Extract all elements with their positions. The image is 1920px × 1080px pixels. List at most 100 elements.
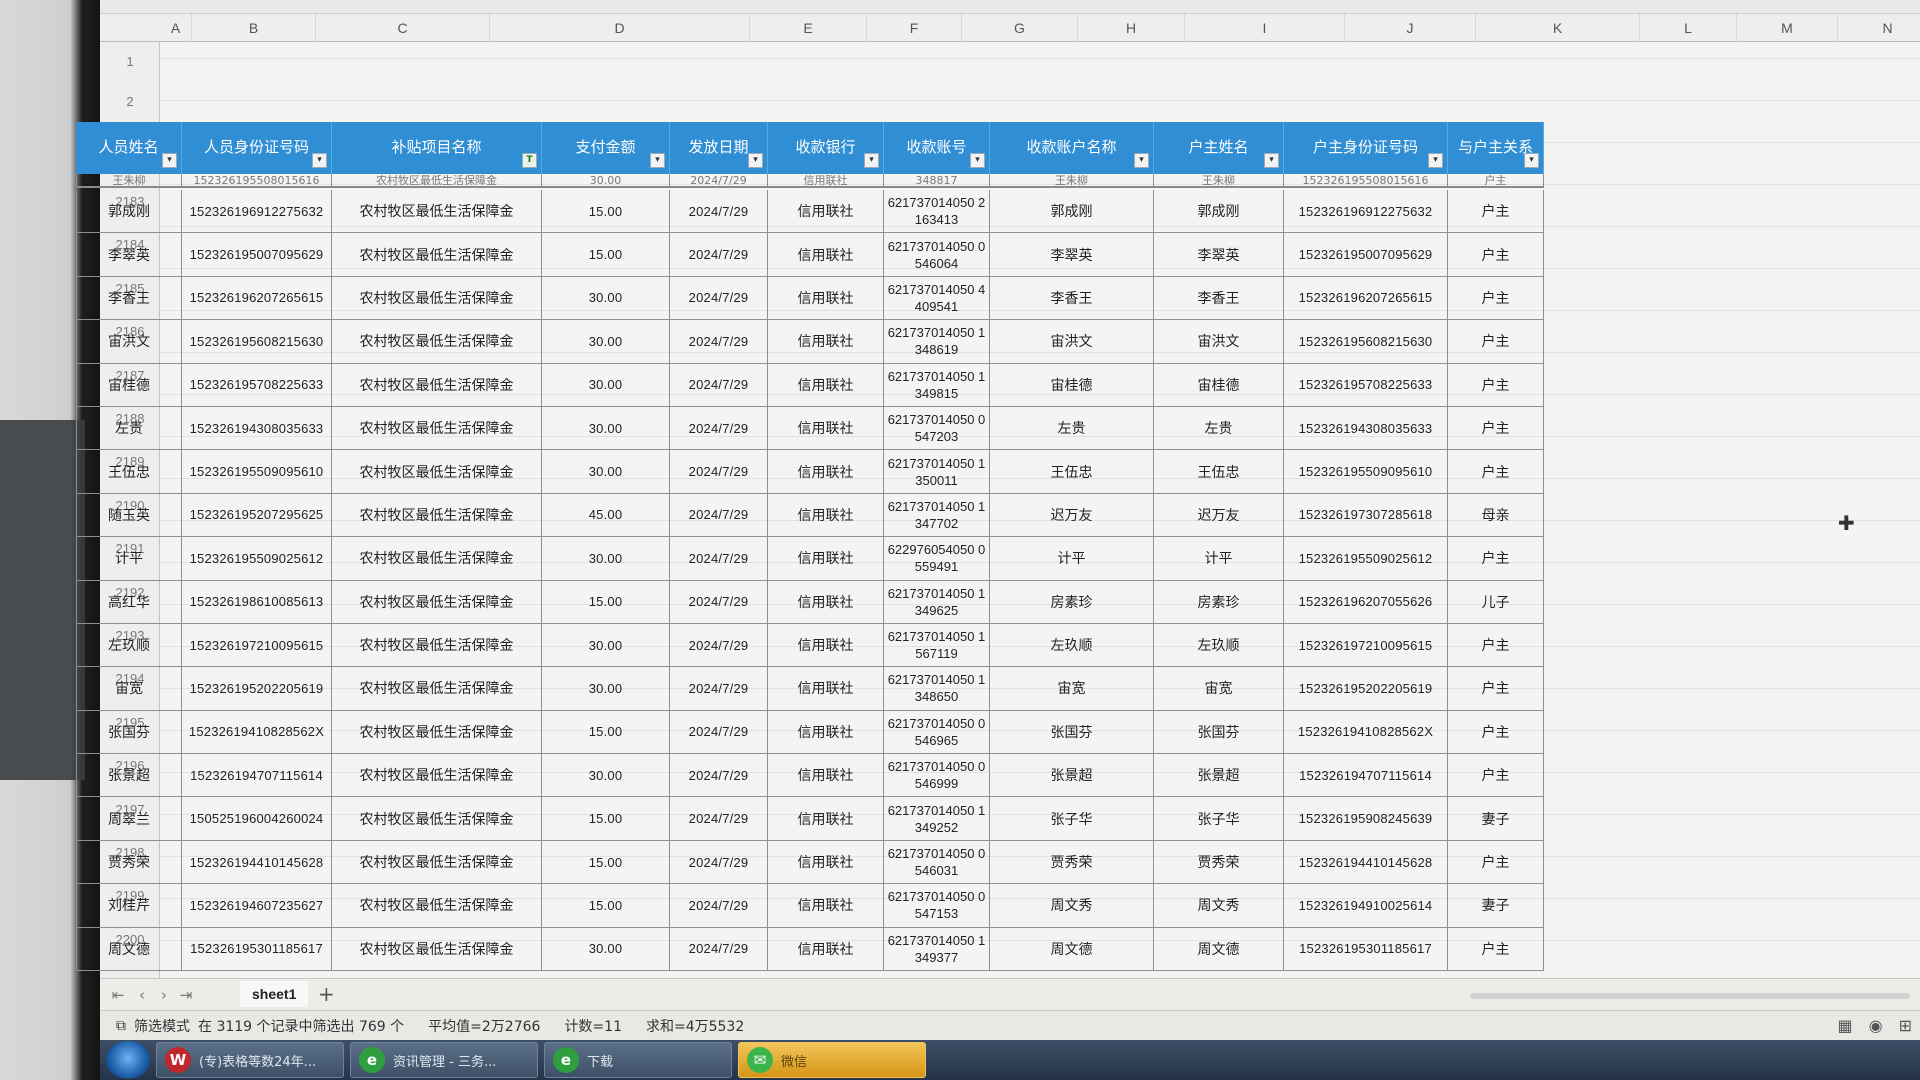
cell-bank[interactable]: 信用联社 bbox=[768, 450, 884, 494]
cell-id[interactable]: 152326195509095610 bbox=[182, 450, 332, 494]
cell-amount[interactable]: 30.00 bbox=[542, 450, 670, 494]
cell-name[interactable]: 左玖顺 bbox=[76, 623, 182, 668]
cell-bank[interactable]: 信用联社 bbox=[768, 580, 884, 624]
cell-rel[interactable]: 户主 bbox=[1448, 363, 1544, 407]
cell-rel[interactable]: 妻子 bbox=[1448, 884, 1544, 928]
cell-item[interactable]: 农村牧区最低生活保障金 bbox=[332, 537, 542, 581]
cell-name[interactable]: 随玉英 bbox=[76, 493, 182, 538]
cell-rel[interactable]: 户主 bbox=[1448, 320, 1544, 364]
cell-rel[interactable]: 户主 bbox=[1448, 754, 1544, 798]
cell-name[interactable]: 宙宽 bbox=[76, 667, 182, 711]
column-header-d[interactable]: D bbox=[490, 14, 750, 42]
cell-bank[interactable]: 信用联社 bbox=[768, 190, 884, 234]
cell-name[interactable]: 左贵 bbox=[76, 406, 182, 451]
start-button[interactable] bbox=[106, 1041, 150, 1079]
cell-id[interactable]: 152326194410145628 bbox=[182, 840, 332, 885]
cell-date[interactable]: 2024/7/29 bbox=[670, 493, 768, 538]
cell-acct-name[interactable]: 左贵 bbox=[990, 406, 1154, 451]
cell-head-id[interactable]: 15232619410828562X bbox=[1284, 710, 1448, 755]
cell-acct[interactable]: 621737014050 0 546965 bbox=[884, 710, 990, 755]
cell-bank[interactable]: 信用联社 bbox=[768, 363, 884, 407]
cell-head-id[interactable]: 152326195708225633 bbox=[1284, 363, 1448, 407]
cell-id[interactable]: 152326194607235627 bbox=[182, 884, 332, 928]
cell-head-id[interactable]: 152326195301185617 bbox=[1284, 927, 1448, 972]
cell-date[interactable]: 2024/7/29 bbox=[670, 190, 768, 234]
filter-dropdown-icon[interactable]: ▾ bbox=[162, 153, 177, 168]
normal-view-icon[interactable]: ▦ bbox=[1838, 1016, 1853, 1035]
cell-acct-name[interactable]: 迟万友 bbox=[990, 493, 1154, 538]
cell-acct[interactable]: 621737014050 1 349625 bbox=[884, 580, 990, 624]
cell-date[interactable]: 2024/7/29 bbox=[670, 667, 768, 711]
column-header-a[interactable]: A bbox=[160, 14, 192, 42]
cell-rel[interactable]: 户主 bbox=[1448, 667, 1544, 711]
cell-item[interactable]: 农村牧区最低生活保障金 bbox=[332, 754, 542, 798]
cell-head-id[interactable]: 152326194410145628 bbox=[1284, 840, 1448, 885]
cell-item[interactable]: 农村牧区最低生活保障金 bbox=[332, 233, 542, 277]
column-header-h[interactable]: H bbox=[1078, 14, 1185, 42]
partial-cell[interactable]: 农村牧区最低生活保障金 bbox=[332, 174, 542, 186]
last-sheet-icon[interactable]: ⇥ bbox=[176, 985, 196, 1005]
cell-acct-name[interactable]: 李香王 bbox=[990, 276, 1154, 321]
column-header-m[interactable]: M bbox=[1737, 14, 1838, 42]
cell-acct-name[interactable]: 周文秀 bbox=[990, 884, 1154, 928]
cell-acct-name[interactable]: 张子华 bbox=[990, 797, 1154, 841]
horizontal-scrollbar[interactable] bbox=[1470, 993, 1910, 999]
cell-acct-name[interactable]: 宙桂德 bbox=[990, 363, 1154, 407]
filter-dropdown-icon[interactable]: ▾ bbox=[312, 153, 327, 168]
cell-bank[interactable]: 信用联社 bbox=[768, 667, 884, 711]
cell-date[interactable]: 2024/7/29 bbox=[670, 623, 768, 668]
partial-cell[interactable]: 152326195508015616 bbox=[1284, 174, 1448, 186]
cell-head[interactable]: 房素珍 bbox=[1154, 580, 1284, 624]
column-header-i[interactable]: I bbox=[1185, 14, 1345, 42]
cell-rel[interactable]: 户主 bbox=[1448, 537, 1544, 581]
cell-bank[interactable]: 信用联社 bbox=[768, 840, 884, 885]
row-number[interactable]: 2 bbox=[100, 94, 160, 109]
cell-date[interactable]: 2024/7/29 bbox=[670, 276, 768, 321]
taskbar-item-wps[interactable]: W (专)表格等数24年... bbox=[156, 1042, 344, 1078]
cell-rel[interactable]: 户主 bbox=[1448, 710, 1544, 755]
cell-amount[interactable]: 45.00 bbox=[542, 493, 670, 538]
partial-cell[interactable]: 30.00 bbox=[542, 174, 670, 186]
cell-bank[interactable]: 信用联社 bbox=[768, 406, 884, 451]
cell-rel[interactable]: 户主 bbox=[1448, 233, 1544, 277]
cell-acct[interactable]: 622976054050 0 559491 bbox=[884, 537, 990, 581]
cell-name[interactable]: 刘桂芹 bbox=[76, 884, 182, 928]
cell-head[interactable]: 贾秀荣 bbox=[1154, 840, 1284, 885]
cell-bank[interactable]: 信用联社 bbox=[768, 493, 884, 538]
cell-name[interactable]: 郭成刚 bbox=[76, 190, 182, 234]
filter-dropdown-icon[interactable]: ▾ bbox=[1264, 153, 1279, 168]
column-header-j[interactable]: J bbox=[1345, 14, 1476, 42]
cell-head-id[interactable]: 152326197210095615 bbox=[1284, 623, 1448, 668]
cell-acct[interactable]: 621737014050 0 547153 bbox=[884, 884, 990, 928]
cell-bank[interactable]: 信用联社 bbox=[768, 537, 884, 581]
cell-acct-name[interactable]: 宙洪文 bbox=[990, 320, 1154, 364]
cell-head[interactable]: 郭成刚 bbox=[1154, 190, 1284, 234]
cell-head[interactable]: 王伍忠 bbox=[1154, 450, 1284, 494]
cell-amount[interactable]: 15.00 bbox=[542, 233, 670, 277]
add-sheet-button[interactable]: + bbox=[318, 983, 335, 1005]
cell-head-id[interactable]: 152326195202205619 bbox=[1284, 667, 1448, 711]
taskbar-item-download[interactable]: e 下载 bbox=[544, 1042, 732, 1078]
cell-rel[interactable]: 母亲 bbox=[1448, 493, 1544, 538]
cell-acct[interactable]: 621737014050 0 546064 bbox=[884, 233, 990, 277]
cell-date[interactable]: 2024/7/29 bbox=[670, 450, 768, 494]
cell-head-id[interactable]: 152326194308035633 bbox=[1284, 406, 1448, 451]
cell-amount[interactable]: 30.00 bbox=[542, 320, 670, 364]
cell-name[interactable]: 宙桂德 bbox=[76, 363, 182, 407]
cell-amount[interactable]: 30.00 bbox=[542, 927, 670, 972]
cell-amount[interactable]: 30.00 bbox=[542, 276, 670, 321]
column-header-c[interactable]: C bbox=[316, 14, 490, 42]
cell-date[interactable]: 2024/7/29 bbox=[670, 927, 768, 972]
cell-amount[interactable]: 15.00 bbox=[542, 710, 670, 755]
cell-head-id[interactable]: 152326194707115614 bbox=[1284, 754, 1448, 798]
cell-amount[interactable]: 30.00 bbox=[542, 537, 670, 581]
cell-bank[interactable]: 信用联社 bbox=[768, 710, 884, 755]
cell-id[interactable]: 152326194707115614 bbox=[182, 754, 332, 798]
cell-head-id[interactable]: 152326196207265615 bbox=[1284, 276, 1448, 321]
cell-head[interactable]: 李翠英 bbox=[1154, 233, 1284, 277]
cell-acct-name[interactable]: 张国芬 bbox=[990, 710, 1154, 755]
cell-id[interactable]: 15232619410828562X bbox=[182, 710, 332, 755]
cell-amount[interactable]: 30.00 bbox=[542, 363, 670, 407]
cell-head[interactable]: 迟万友 bbox=[1154, 493, 1284, 538]
cell-date[interactable]: 2024/7/29 bbox=[670, 537, 768, 581]
